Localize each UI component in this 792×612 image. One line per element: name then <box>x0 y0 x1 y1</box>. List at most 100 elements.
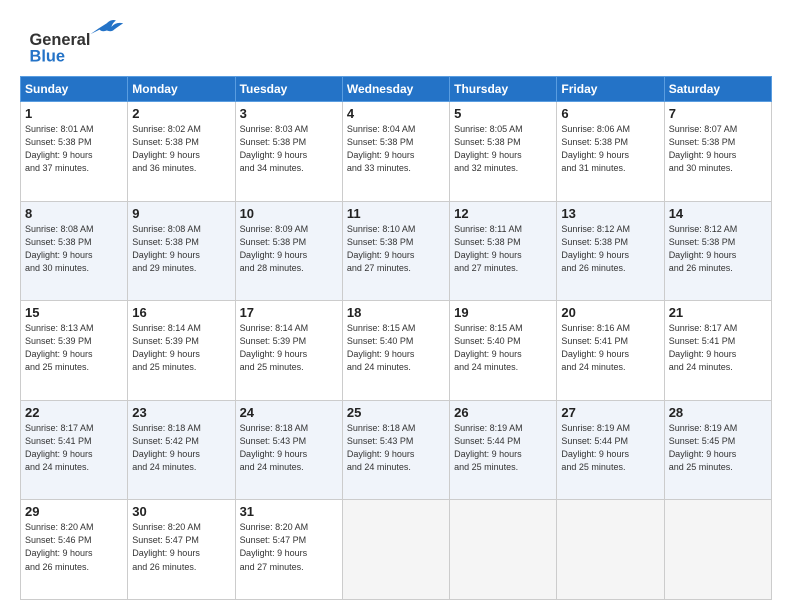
day-info: Sunrise: 8:10 AMSunset: 5:38 PMDaylight:… <box>347 223 445 275</box>
week-row-2: 8 Sunrise: 8:08 AMSunset: 5:38 PMDaylight… <box>21 201 772 301</box>
day-number: 23 <box>132 405 230 420</box>
day-cell-2: 2 Sunrise: 8:02 AMSunset: 5:38 PMDaylight… <box>128 102 235 202</box>
day-info: Sunrise: 8:08 AMSunset: 5:38 PMDaylight:… <box>25 223 123 275</box>
day-number: 21 <box>669 305 767 320</box>
day-cell-9: 9 Sunrise: 8:08 AMSunset: 5:38 PMDaylight… <box>128 201 235 301</box>
day-info: Sunrise: 8:08 AMSunset: 5:38 PMDaylight:… <box>132 223 230 275</box>
day-number: 19 <box>454 305 552 320</box>
day-info: Sunrise: 8:18 AMSunset: 5:42 PMDaylight:… <box>132 422 230 474</box>
day-number: 10 <box>240 206 338 221</box>
weekday-tuesday: Tuesday <box>235 77 342 102</box>
day-number: 16 <box>132 305 230 320</box>
day-number: 24 <box>240 405 338 420</box>
day-number: 1 <box>25 106 123 121</box>
day-info: Sunrise: 8:14 AMSunset: 5:39 PMDaylight:… <box>240 322 338 374</box>
weekday-saturday: Saturday <box>664 77 771 102</box>
day-cell-4: 4 Sunrise: 8:04 AMSunset: 5:38 PMDaylight… <box>342 102 449 202</box>
day-number: 9 <box>132 206 230 221</box>
day-info: Sunrise: 8:20 AMSunset: 5:47 PMDaylight:… <box>132 521 230 573</box>
empty-cell <box>450 500 557 600</box>
empty-cell <box>664 500 771 600</box>
weekday-friday: Friday <box>557 77 664 102</box>
day-info: Sunrise: 8:18 AMSunset: 5:43 PMDaylight:… <box>240 422 338 474</box>
day-number: 5 <box>454 106 552 121</box>
day-cell-20: 20Sunrise: 8:16 AMSunset: 5:41 PMDayligh… <box>557 301 664 401</box>
day-cell-18: 18 Sunrise: 8:15 AMSunset: 5:40 PMDayligh… <box>342 301 449 401</box>
day-info: Sunrise: 8:15 AMSunset: 5:40 PMDaylight:… <box>347 322 445 374</box>
day-cell-22: 22 Sunrise: 8:17 AMSunset: 5:41 PMDayligh… <box>21 400 128 500</box>
day-number: 6 <box>561 106 659 121</box>
day-info: Sunrise: 8:19 AMSunset: 5:44 PMDaylight:… <box>561 422 659 474</box>
day-cell-15: 15 Sunrise: 8:13 AMSunset: 5:39 PMDayligh… <box>21 301 128 401</box>
day-info: Sunrise: 8:02 AMSunset: 5:38 PMDaylight:… <box>132 123 230 175</box>
day-info: Sunrise: 8:16 AMSunset: 5:41 PMDaylight:… <box>561 322 659 374</box>
day-number: 15 <box>25 305 123 320</box>
day-info: Sunrise: 8:15 AMSunset: 5:40 PMDaylight:… <box>454 322 552 374</box>
svg-text:Blue: Blue <box>30 47 65 65</box>
week-row-3: 15 Sunrise: 8:13 AMSunset: 5:39 PMDayligh… <box>21 301 772 401</box>
day-info: Sunrise: 8:05 AMSunset: 5:38 PMDaylight:… <box>454 123 552 175</box>
week-row-1: 1 Sunrise: 8:01 AMSunset: 5:38 PMDaylight… <box>21 102 772 202</box>
day-number: 22 <box>25 405 123 420</box>
day-cell-10: 10Sunrise: 8:09 AMSunset: 5:38 PMDayligh… <box>235 201 342 301</box>
day-number: 11 <box>347 206 445 221</box>
week-row-4: 22 Sunrise: 8:17 AMSunset: 5:41 PMDayligh… <box>21 400 772 500</box>
day-info: Sunrise: 8:20 AMSunset: 5:47 PMDaylight:… <box>240 521 338 573</box>
day-cell-13: 13Sunrise: 8:12 AMSunset: 5:38 PMDayligh… <box>557 201 664 301</box>
day-cell-17: 17 Sunrise: 8:14 AMSunset: 5:39 PMDayligh… <box>235 301 342 401</box>
day-number: 12 <box>454 206 552 221</box>
day-info: Sunrise: 8:03 AMSunset: 5:38 PMDaylight:… <box>240 123 338 175</box>
day-number: 14 <box>669 206 767 221</box>
week-row-5: 29 Sunrise: 8:20 AMSunset: 5:46 PMDayligh… <box>21 500 772 600</box>
day-number: 17 <box>240 305 338 320</box>
day-info: Sunrise: 8:13 AMSunset: 5:39 PMDaylight:… <box>25 322 123 374</box>
svg-text:General: General <box>30 31 91 49</box>
day-info: Sunrise: 8:20 AMSunset: 5:46 PMDaylight:… <box>25 521 123 573</box>
day-cell-1: 1 Sunrise: 8:01 AMSunset: 5:38 PMDaylight… <box>21 102 128 202</box>
day-number: 30 <box>132 504 230 519</box>
day-info: Sunrise: 8:06 AMSunset: 5:38 PMDaylight:… <box>561 123 659 175</box>
day-number: 2 <box>132 106 230 121</box>
day-cell-12: 12Sunrise: 8:11 AMSunset: 5:38 PMDayligh… <box>450 201 557 301</box>
logo: General Blue <box>20 16 130 66</box>
day-info: Sunrise: 8:07 AMSunset: 5:38 PMDaylight:… <box>669 123 767 175</box>
day-cell-28: 28Sunrise: 8:19 AMSunset: 5:45 PMDayligh… <box>664 400 771 500</box>
day-cell-21: 21 Sunrise: 8:17 AMSunset: 5:41 PMDayligh… <box>664 301 771 401</box>
day-cell-23: 23 Sunrise: 8:18 AMSunset: 5:42 PMDayligh… <box>128 400 235 500</box>
day-info: Sunrise: 8:01 AMSunset: 5:38 PMDaylight:… <box>25 123 123 175</box>
day-cell-29: 29 Sunrise: 8:20 AMSunset: 5:46 PMDayligh… <box>21 500 128 600</box>
empty-cell <box>557 500 664 600</box>
weekday-wednesday: Wednesday <box>342 77 449 102</box>
day-number: 29 <box>25 504 123 519</box>
day-info: Sunrise: 8:18 AMSunset: 5:43 PMDaylight:… <box>347 422 445 474</box>
weekday-monday: Monday <box>128 77 235 102</box>
day-cell-8: 8 Sunrise: 8:08 AMSunset: 5:38 PMDaylight… <box>21 201 128 301</box>
day-number: 27 <box>561 405 659 420</box>
day-cell-3: 3 Sunrise: 8:03 AMSunset: 5:38 PMDaylight… <box>235 102 342 202</box>
day-cell-24: 24 Sunrise: 8:18 AMSunset: 5:43 PMDayligh… <box>235 400 342 500</box>
day-number: 3 <box>240 106 338 121</box>
day-cell-26: 26 Sunrise: 8:19 AMSunset: 5:44 PMDayligh… <box>450 400 557 500</box>
page: General Blue SundayMondayTuesdayWednesda… <box>0 0 792 612</box>
day-cell-19: 19 Sunrise: 8:15 AMSunset: 5:40 PMDayligh… <box>450 301 557 401</box>
day-cell-7: 7Sunrise: 8:07 AMSunset: 5:38 PMDaylight… <box>664 102 771 202</box>
day-info: Sunrise: 8:04 AMSunset: 5:38 PMDaylight:… <box>347 123 445 175</box>
day-number: 8 <box>25 206 123 221</box>
day-number: 26 <box>454 405 552 420</box>
weekday-thursday: Thursday <box>450 77 557 102</box>
day-info: Sunrise: 8:19 AMSunset: 5:45 PMDaylight:… <box>669 422 767 474</box>
day-cell-31: 31Sunrise: 8:20 AMSunset: 5:47 PMDayligh… <box>235 500 342 600</box>
day-info: Sunrise: 8:12 AMSunset: 5:38 PMDaylight:… <box>561 223 659 275</box>
day-cell-14: 14Sunrise: 8:12 AMSunset: 5:38 PMDayligh… <box>664 201 771 301</box>
day-cell-5: 5 Sunrise: 8:05 AMSunset: 5:38 PMDaylight… <box>450 102 557 202</box>
day-cell-27: 27 Sunrise: 8:19 AMSunset: 5:44 PMDayligh… <box>557 400 664 500</box>
day-number: 18 <box>347 305 445 320</box>
weekday-header-row: SundayMondayTuesdayWednesdayThursdayFrid… <box>21 77 772 102</box>
day-info: Sunrise: 8:17 AMSunset: 5:41 PMDaylight:… <box>25 422 123 474</box>
day-cell-16: 16Sunrise: 8:14 AMSunset: 5:39 PMDayligh… <box>128 301 235 401</box>
day-info: Sunrise: 8:17 AMSunset: 5:41 PMDaylight:… <box>669 322 767 374</box>
day-number: 25 <box>347 405 445 420</box>
day-info: Sunrise: 8:19 AMSunset: 5:44 PMDaylight:… <box>454 422 552 474</box>
day-number: 4 <box>347 106 445 121</box>
day-cell-6: 6 Sunrise: 8:06 AMSunset: 5:38 PMDaylight… <box>557 102 664 202</box>
